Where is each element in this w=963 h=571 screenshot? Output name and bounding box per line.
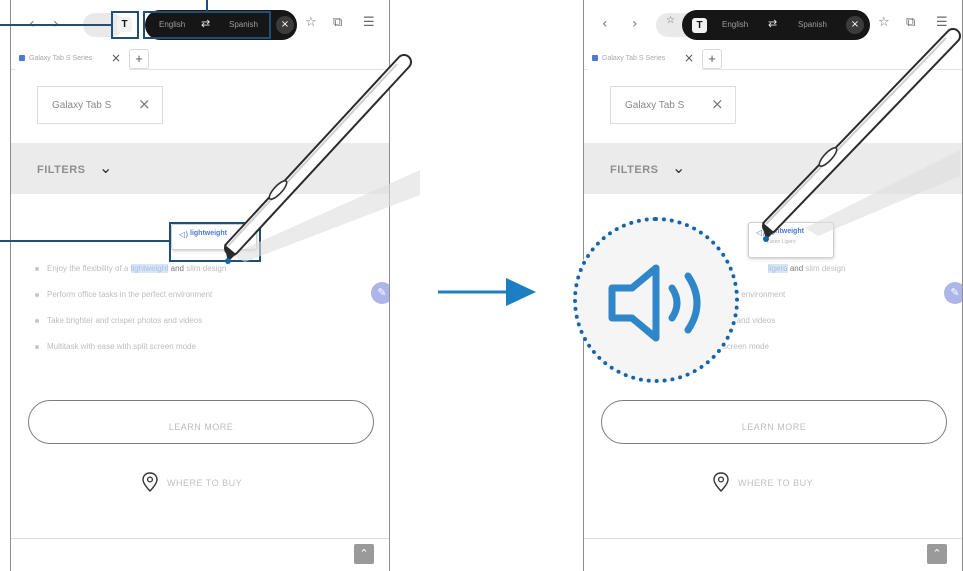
arrow-right-icon (438, 278, 536, 306)
illustration-overlay (224, 28, 961, 306)
illustration-stage: ‹ › T English ⇄ Spanish × ☆ ⧉ ☰ Galaxy T… (0, 0, 963, 571)
speaker-icon (608, 264, 701, 342)
